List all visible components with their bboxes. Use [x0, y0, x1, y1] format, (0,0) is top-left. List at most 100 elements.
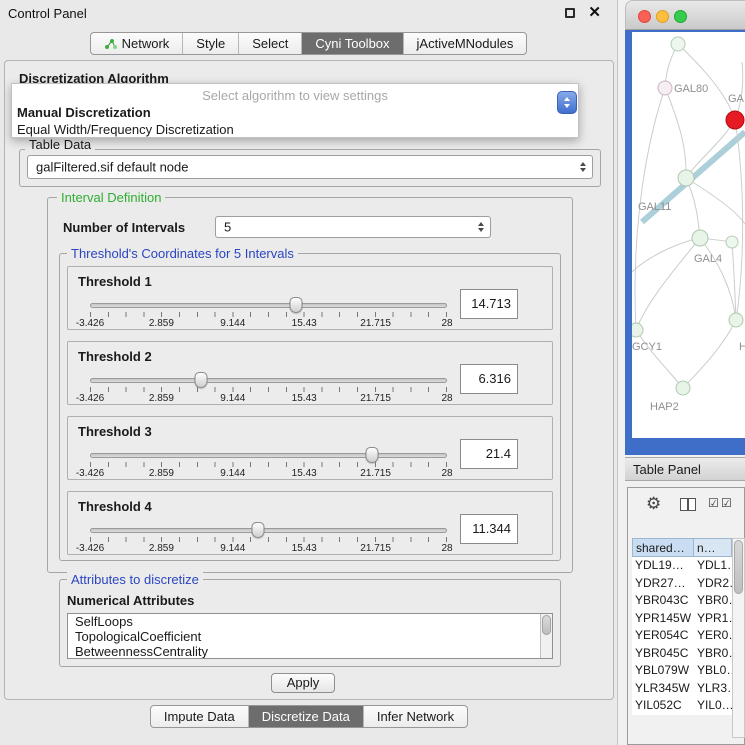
node[interactable]	[726, 236, 738, 248]
network-view-window: GAL80 GA GAL11 GAL4 GCY1 HAP2 H	[625, 0, 745, 455]
table-data-combobox[interactable]: galFiltered.sif default node	[27, 155, 593, 179]
table-row[interactable]: YBL079WYBL0…	[632, 662, 732, 680]
tick-label: 15.43	[292, 543, 317, 554]
tab-network[interactable]: Network	[91, 33, 184, 54]
slider-tick-marks	[90, 537, 447, 542]
zoom-traffic-light-button[interactable]	[674, 10, 687, 23]
slider-tick-marks	[90, 312, 447, 317]
tick-label: 21.715	[360, 393, 391, 404]
slider-thumb[interactable]	[290, 297, 303, 313]
attribute-list-item[interactable]: BetweennessCentrality	[68, 644, 552, 659]
network-view-frame: GAL80 GA GAL11 GAL4 GCY1 HAP2 H	[625, 30, 745, 455]
node[interactable]	[671, 37, 685, 51]
minimize-traffic-light-button[interactable]	[656, 10, 669, 23]
node-gal11[interactable]	[678, 170, 694, 186]
algorithm-option-equal-width[interactable]: Equal Width/Frequency Discretization	[12, 121, 578, 138]
node-label: HAP2	[650, 401, 679, 413]
table-row[interactable]: YPR145WYPR1…	[632, 610, 732, 628]
slider-thumb[interactable]	[366, 447, 379, 463]
network-icon	[104, 38, 117, 50]
network-canvas[interactable]: GAL80 GA GAL11 GAL4 GCY1 HAP2 H	[632, 32, 745, 438]
table-row[interactable]: YDR27…YDR2…	[632, 575, 732, 593]
threshold-3-slider[interactable]: -3.426 2.859 9.144 15.43 21.715 28	[90, 447, 447, 481]
table-scrollbar[interactable]	[732, 538, 745, 738]
algorithm-option-manual[interactable]: Manual Discretization	[12, 104, 578, 121]
slider-thumb[interactable]	[251, 522, 264, 538]
threshold-1-value-field[interactable]: 14.713	[460, 289, 518, 319]
tab-cyni-toolbox[interactable]: Cyni Toolbox	[302, 33, 403, 54]
close-window-icon[interactable]: ✕	[588, 3, 601, 21]
slider-track[interactable]	[90, 303, 447, 308]
number-of-intervals-combobox[interactable]: 5	[215, 216, 491, 238]
node[interactable]	[729, 313, 743, 327]
scrollbar-thumb[interactable]	[734, 540, 743, 594]
threshold-2-slider[interactable]: -3.426 2.859 9.144 15.43 21.715 28	[90, 372, 447, 406]
algorithm-dropdown-popup: Select algorithm to view settings Manual…	[11, 83, 579, 138]
tab-style[interactable]: Style	[183, 33, 239, 54]
window-title: Control Panel	[8, 6, 87, 21]
attributes-group-label: Attributes to discretize	[67, 572, 203, 587]
interval-definition-group-label: Interval Definition	[57, 190, 165, 205]
checkbox-icon[interactable]: ☑	[708, 496, 719, 510]
node-hap2[interactable]	[676, 381, 690, 395]
threshold-3-panel: Threshold 3 -3.426 2.859 9.144 15.43 21.…	[67, 416, 553, 480]
restore-window-icon[interactable]	[565, 8, 575, 18]
node-label: GA	[728, 93, 745, 105]
slider-track[interactable]	[90, 453, 447, 458]
gear-icon[interactable]: ⚙	[646, 494, 661, 514]
threshold-4-slider[interactable]: -3.426 2.859 9.144 15.43 21.715 28	[90, 522, 447, 556]
node-selected-red[interactable]	[726, 111, 744, 129]
threshold-4-label: Threshold 4	[78, 499, 152, 514]
tick-label: 15.43	[292, 318, 317, 329]
tab-jactivemnodules[interactable]: jActiveMNodules	[404, 33, 527, 54]
threshold-4-value-field[interactable]: 11.344	[460, 514, 518, 544]
node-gal80[interactable]	[658, 81, 672, 95]
tick-label: 21.715	[360, 468, 391, 479]
threshold-4-panel: Threshold 4 -3.426 2.859 9.144 15.43 21.…	[67, 491, 553, 555]
attribute-list-item[interactable]: TopologicalCoefficient	[68, 629, 552, 644]
apply-button[interactable]: Apply	[271, 673, 335, 693]
table-row[interactable]: YER054CYER0…	[632, 627, 732, 645]
attribute-list-item[interactable]: SelfLoops	[68, 614, 552, 629]
slider-track[interactable]	[90, 378, 447, 383]
threshold-3-value-field[interactable]: 21.4	[460, 439, 518, 469]
table-row[interactable]: YIL052CYIL0…	[632, 697, 732, 715]
algorithm-combobox-stepper[interactable]	[557, 91, 577, 114]
table-data-value: galFiltered.sif default node	[36, 160, 188, 175]
tick-label: 15.43	[292, 393, 317, 404]
checkbox-icon[interactable]: ☑	[721, 496, 732, 510]
column-header-shared-name[interactable]: shared…	[632, 538, 694, 557]
tick-label: 28	[441, 543, 452, 554]
slider-tick-marks	[90, 462, 447, 467]
table-row[interactable]: YDL19…YDL1…	[632, 557, 732, 575]
threshold-1-slider[interactable]: -3.426 2.859 9.144 15.43 21.715 28	[90, 297, 447, 331]
attributes-list-scrollbar[interactable]	[540, 614, 552, 658]
threshold-2-value-field[interactable]: 6.316	[460, 364, 518, 394]
numerical-attributes-list: SelfLoops TopologicalCoefficient Between…	[67, 613, 553, 659]
node-label: GAL80	[674, 83, 708, 95]
slider-thumb[interactable]	[194, 372, 207, 388]
tick-label: 15.43	[292, 468, 317, 479]
threshold-2-panel: Threshold 2 -3.426 2.859 9.144 15.43 21.…	[67, 341, 553, 405]
bottom-tab-bar: Impute Data Discretize Data Infer Networ…	[0, 705, 618, 728]
tab-impute-data[interactable]: Impute Data	[151, 706, 249, 727]
close-traffic-light-button[interactable]	[638, 10, 651, 23]
table-row[interactable]: YBR045CYBR0…	[632, 645, 732, 663]
table-panel-title: Table Panel	[633, 462, 701, 477]
tick-label: 9.144	[220, 468, 245, 479]
table-row[interactable]: YBR043CYBR0…	[632, 592, 732, 610]
node-gal4[interactable]	[692, 230, 708, 246]
slider-track[interactable]	[90, 528, 447, 533]
scrollbar-thumb[interactable]	[542, 615, 551, 635]
network-graph: GAL80 GA GAL11 GAL4 GCY1 HAP2 H	[632, 32, 745, 438]
tab-select[interactable]: Select	[239, 33, 302, 54]
columns-icon[interactable]	[680, 498, 696, 511]
tab-discretize-data[interactable]: Discretize Data	[249, 706, 364, 727]
column-header-name[interactable]: n…	[694, 538, 732, 557]
number-of-intervals-value: 5	[224, 220, 231, 235]
tick-label: -3.426	[76, 543, 104, 554]
tab-infer-network[interactable]: Infer Network	[364, 706, 467, 727]
tick-label: 2.859	[149, 393, 174, 404]
table-row[interactable]: YLR345WYLR3…	[632, 680, 732, 698]
node-gcy1[interactable]	[632, 323, 643, 337]
